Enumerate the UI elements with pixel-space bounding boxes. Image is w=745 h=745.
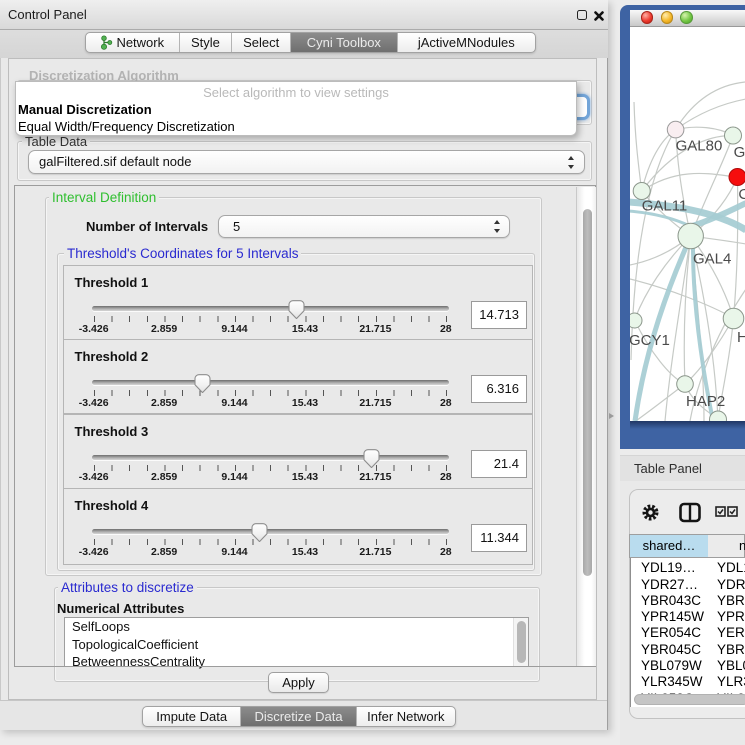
svg-text:GCY1: GCY1 — [630, 332, 670, 349]
svg-text:HAP2: HAP2 — [686, 393, 725, 410]
svg-text:HI: HI — [737, 329, 745, 346]
svg-text:GAL80: GAL80 — [676, 138, 723, 155]
svg-text:GAL4: GAL4 — [693, 251, 731, 268]
svg-text:CY: CY — [738, 186, 745, 203]
svg-text:GA: GA — [734, 144, 745, 161]
svg-text:GAL11: GAL11 — [642, 198, 688, 215]
